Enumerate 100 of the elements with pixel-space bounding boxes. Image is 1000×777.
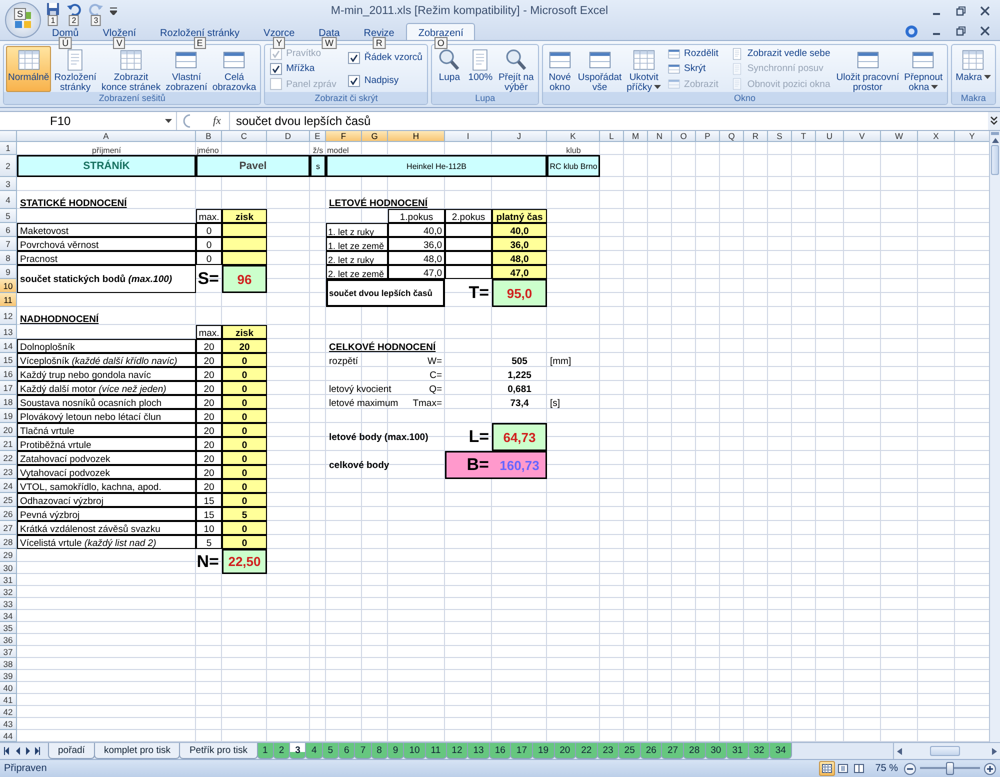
scrollbar-thumb[interactable] [991,145,999,175]
sheet-tab[interactable]: Petřík pro tisk [179,743,258,759]
ribbon-button[interactable]: Vlastní zobrazení [164,46,210,92]
row-header[interactable]: 4 [0,191,17,209]
column-header[interactable]: P [696,131,720,142]
column-header[interactable]: S [768,131,792,142]
sheet-tab[interactable]: 11 [424,743,447,759]
ribbon-tab[interactable]: Rozložení stránky [148,23,252,40]
sheet-tab[interactable]: 2 [272,743,290,759]
ribbon-tab[interactable]: Domů [40,23,91,40]
ribbon-tab[interactable]: Vložení [90,23,148,40]
view-button[interactable] [819,761,836,776]
checkbox[interactable] [348,74,360,86]
column-header[interactable]: T [792,131,816,142]
row-header[interactable]: 32 [0,586,17,598]
sheet-tab[interactable]: komplet pro tisk [94,743,180,759]
ribbon-button[interactable]: Makra [954,46,994,92]
row-header[interactable]: 21 [0,437,17,451]
row-header[interactable]: 42 [0,706,17,718]
column-header[interactable]: W [881,131,918,142]
restore-icon[interactable] [956,6,966,16]
column-header[interactable]: D [267,131,310,142]
row-header[interactable]: 5 [0,209,17,223]
row-header[interactable]: 8 [0,251,17,265]
arrow-up-icon[interactable] [992,138,998,143]
checkbox[interactable] [348,52,360,64]
sheet-tab[interactable]: 32 [748,743,770,759]
close-icon[interactable] [980,26,990,36]
column-header[interactable]: O [672,131,696,142]
sheet-tab[interactable]: pořadí [48,743,95,759]
sheet-tab[interactable]: 31 [726,743,749,759]
sheet-tab[interactable]: 25 [618,743,641,759]
row-header[interactable]: 40 [0,682,17,694]
arrow-button[interactable] [4,747,10,755]
scrollbar-thumb[interactable] [930,746,960,756]
checkbox-label[interactable]: Řádek vzorců [364,52,422,63]
zoom-out-button[interactable] [904,762,916,774]
column-header[interactable]: I [445,131,492,142]
row-header[interactable]: 18 [0,395,17,409]
ribbon-tab[interactable]: Revize [352,23,406,40]
row-header[interactable]: 17 [0,381,17,395]
sheet-tab[interactable]: 1 [256,743,274,759]
column-header[interactable]: Y [955,131,989,142]
sheet-tab[interactable]: 28 [683,743,706,759]
column-header[interactable]: A [17,131,196,142]
row-header[interactable]: 36 [0,634,17,646]
row-header[interactable]: 24 [0,479,17,493]
split-handle-icon[interactable] [991,132,999,136]
row-header[interactable]: 2 [0,155,17,177]
ribbon-button[interactable]: 100% [465,46,496,92]
sheet-tab[interactable]: 17 [510,743,533,759]
column-header[interactable]: N [648,131,672,142]
column-header[interactable]: B [196,131,222,142]
restore-icon[interactable] [956,26,966,36]
ribbon-button[interactable]: Přepnout okna [902,46,945,92]
sheet-tab[interactable]: 16 [488,743,512,759]
checkbox-label[interactable]: Mřížka [286,63,315,74]
row-header[interactable]: 38 [0,658,17,670]
sheet-tab[interactable]: 8 [370,743,388,759]
insert-function-button[interactable]: fx [205,112,229,130]
undo-icon[interactable] [66,2,82,16]
row-header[interactable]: 22 [0,451,17,465]
row-header[interactable]: 1 [0,142,17,155]
row-header[interactable]: 6 [0,223,17,237]
row-header[interactable]: 43 [0,718,17,730]
row-header[interactable]: 39 [0,670,17,682]
column-header[interactable]: L [600,131,624,142]
row-header[interactable]: 14 [0,339,17,353]
customize-caret-icon[interactable] [110,7,117,15]
row-header[interactable]: 9 [0,265,17,279]
save-icon[interactable] [46,2,60,16]
row-header[interactable]: 37 [0,646,17,658]
row-header[interactable]: 27 [0,521,17,535]
app-menu-button[interactable] [5,2,41,38]
column-header[interactable]: K [547,131,600,142]
checkbox[interactable] [270,62,282,75]
column-header[interactable]: X [918,131,955,142]
ribbon-tab[interactable]: Vzorce [252,23,307,40]
arrow-button[interactable] [34,747,40,755]
ribbon-button[interactable]: Ukotvit příčky [624,46,664,92]
row-header[interactable]: 16 [0,367,17,381]
slider-thumb[interactable] [946,762,954,775]
row-header[interactable]: 11 [0,293,17,307]
ribbon-button[interactable]: Přejít na výběr [496,46,536,92]
row-header[interactable]: 20 [0,423,17,437]
ribbon-button[interactable]: Uspořádat vše [576,46,624,92]
row-header[interactable]: 13 [0,325,17,339]
sheet-tab[interactable]: 13 [467,743,490,759]
column-header[interactable]: V [844,131,881,142]
row-header[interactable]: 25 [0,493,17,507]
arrow-right-icon[interactable] [992,748,997,754]
row-header[interactable]: 3 [0,177,17,191]
row-header[interactable]: 28 [0,535,17,549]
sheet-tab[interactable]: 26 [640,743,662,759]
ribbon-button[interactable]: Zobrazit vedle sebe [730,46,830,61]
help-icon[interactable] [905,24,918,38]
ribbon-button[interactable]: Rozdělit [667,46,718,61]
row-header[interactable]: 29 [0,549,17,562]
sheet-tab[interactable]: 20 [554,743,576,759]
sheet-tab[interactable]: 5 [322,743,340,759]
